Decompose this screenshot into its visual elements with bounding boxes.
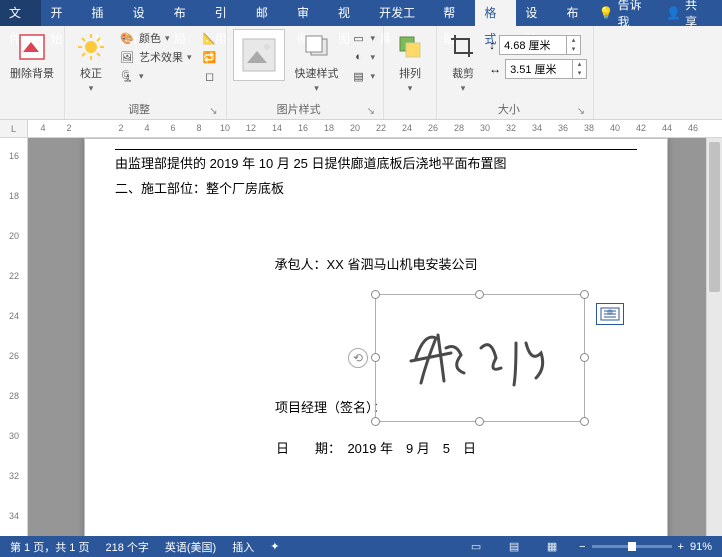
tab-布局[interactable]: 布局: [165, 0, 206, 26]
spin-down[interactable]: ▾: [573, 69, 586, 78]
tab-插入[interactable]: 插入: [83, 0, 124, 26]
change-pic-button[interactable]: 🔁: [200, 48, 220, 66]
tab-设计[interactable]: 设计: [516, 0, 557, 26]
effect-button[interactable]: ◐▾: [349, 48, 378, 66]
chevron-down-icon: ▾: [89, 83, 94, 94]
group-picstyle-label: 图片样式: [233, 99, 365, 117]
ruler-corner: L: [0, 120, 28, 138]
quick-style-icon: [301, 31, 333, 63]
spin-up[interactable]: ▴: [567, 36, 580, 45]
remove-bg-icon: [16, 31, 48, 63]
signature-image: [396, 313, 566, 403]
file-menu[interactable]: 文件: [0, 0, 41, 26]
tab-开发工具[interactable]: 开发工具: [370, 0, 434, 26]
zoom-out-button[interactable]: −: [579, 541, 585, 553]
art-effect-button[interactable]: 🖼艺术效果▾: [117, 48, 194, 66]
reset-pic-button[interactable]: 📐: [200, 29, 220, 47]
status-page[interactable]: 第 1 页，共 1 页: [10, 539, 89, 555]
effect-icon: ◐: [351, 49, 367, 65]
tab-布局[interactable]: 布局: [557, 0, 598, 26]
zoom-in-button[interactable]: +: [678, 541, 684, 553]
height-field[interactable]: 4.68 厘米▴▾: [499, 35, 581, 55]
size-launcher[interactable]: ↘: [575, 106, 587, 117]
crop-icon: [447, 31, 479, 63]
trans-button[interactable]: ◻: [200, 67, 220, 85]
tab-帮助[interactable]: 帮助: [434, 0, 475, 26]
resize-handle[interactable]: [371, 353, 380, 362]
adjust-launcher[interactable]: ↘: [207, 106, 219, 117]
group-size-label: 大小: [443, 99, 575, 117]
compress-icon: 🗜: [119, 68, 135, 84]
rotate-handle[interactable]: ⟲: [348, 348, 368, 368]
zoom-value[interactable]: 91%: [690, 541, 712, 553]
picture-style-preset[interactable]: [233, 29, 285, 81]
correction-button[interactable]: 校正 ▾: [71, 29, 111, 96]
tab-开始[interactable]: 开始: [41, 0, 82, 26]
person-icon: 👤: [666, 6, 681, 20]
tab-格式[interactable]: 格式: [475, 0, 516, 26]
group-adjust-label: 调整: [71, 99, 207, 117]
doc-line-2: 二、施工部位：整个厂房底板: [115, 177, 637, 202]
brightness-icon: [75, 31, 107, 63]
tab-引用[interactable]: 引用: [206, 0, 247, 26]
tab-邮件[interactable]: 邮件: [247, 0, 288, 26]
picstyle-launcher[interactable]: ↘: [365, 106, 377, 117]
status-mode[interactable]: 插入: [232, 539, 254, 555]
width-field[interactable]: 3.51 厘米▴▾: [505, 59, 587, 79]
resize-handle[interactable]: [371, 417, 380, 426]
status-lang[interactable]: 英语(美国): [165, 539, 216, 555]
crop-button[interactable]: 裁剪▾: [443, 29, 483, 96]
doc-line-1: 由监理部提供的 2019 年 10 月 25 日提供廊道底板后浇地平面布置图: [115, 149, 637, 177]
art-icon: 🖼: [119, 49, 135, 65]
reset-icon: 📐: [202, 30, 218, 46]
ruler-horizontal: 4224681012141618202224262830323436384042…: [28, 120, 722, 138]
doc-contractor: 承包人：XX 省泗马山机电安装公司: [115, 253, 637, 278]
palette-icon: 🎨: [119, 30, 135, 46]
spin-up[interactable]: ▴: [573, 60, 586, 69]
resize-handle[interactable]: [580, 353, 589, 362]
layout-icon: ▤: [351, 68, 367, 84]
arrange-button[interactable]: 排列▾: [390, 29, 430, 96]
quick-style-button[interactable]: 快速样式▾: [291, 29, 343, 96]
resize-handle[interactable]: [580, 417, 589, 426]
page: 由监理部提供的 2019 年 10 月 25 日提供廊道底板后浇地平面布置图 二…: [84, 138, 668, 536]
ruler-vertical: 16182022242628303234: [0, 138, 28, 536]
color-button[interactable]: 🎨颜色▾: [117, 29, 194, 47]
tab-设计[interactable]: 设计: [124, 0, 165, 26]
layout-button[interactable]: ▤▾: [349, 67, 378, 85]
share-button[interactable]: 👤共享: [666, 0, 708, 30]
border-button[interactable]: ▭▾: [349, 29, 378, 47]
status-words[interactable]: 218 个字: [105, 539, 148, 555]
border-icon: ▭: [351, 30, 367, 46]
doc-date: 日 期： 2019 年 9 月 5 日: [115, 437, 637, 462]
resize-handle[interactable]: [371, 290, 380, 299]
resize-handle[interactable]: [475, 417, 484, 426]
view-web-icon[interactable]: ▦: [541, 539, 563, 555]
change-icon: 🔁: [202, 49, 218, 65]
view-print-icon[interactable]: ▤: [503, 539, 525, 555]
arrange-icon: [394, 31, 426, 63]
tab-审阅[interactable]: 审阅: [288, 0, 329, 26]
height-icon: ↕: [489, 38, 495, 52]
status-extra-icon[interactable]: ✦: [270, 540, 279, 553]
zoom-slider[interactable]: [592, 545, 672, 548]
compress-button[interactable]: 🗜▾: [117, 67, 194, 85]
resize-handle[interactable]: [580, 290, 589, 299]
document-canvas[interactable]: 由监理部提供的 2019 年 10 月 25 日提供廊道底板后浇地平面布置图 二…: [28, 138, 722, 536]
tell-me[interactable]: 💡告诉我: [599, 0, 653, 30]
layout-options-button[interactable]: [596, 303, 624, 325]
trans-icon: ◻: [202, 68, 218, 84]
tab-视图[interactable]: 视图: [329, 0, 370, 26]
scrollbar-vertical[interactable]: [706, 138, 722, 536]
width-icon: ↔: [489, 62, 501, 76]
scrollbar-thumb[interactable]: [709, 142, 720, 292]
spin-down[interactable]: ▾: [567, 45, 580, 54]
image-selection[interactable]: ⟲: [375, 294, 585, 422]
remove-background-button[interactable]: 删除背景: [6, 29, 58, 83]
view-read-icon[interactable]: ▭: [465, 539, 487, 555]
bulb-icon: 💡: [599, 6, 614, 20]
resize-handle[interactable]: [475, 290, 484, 299]
